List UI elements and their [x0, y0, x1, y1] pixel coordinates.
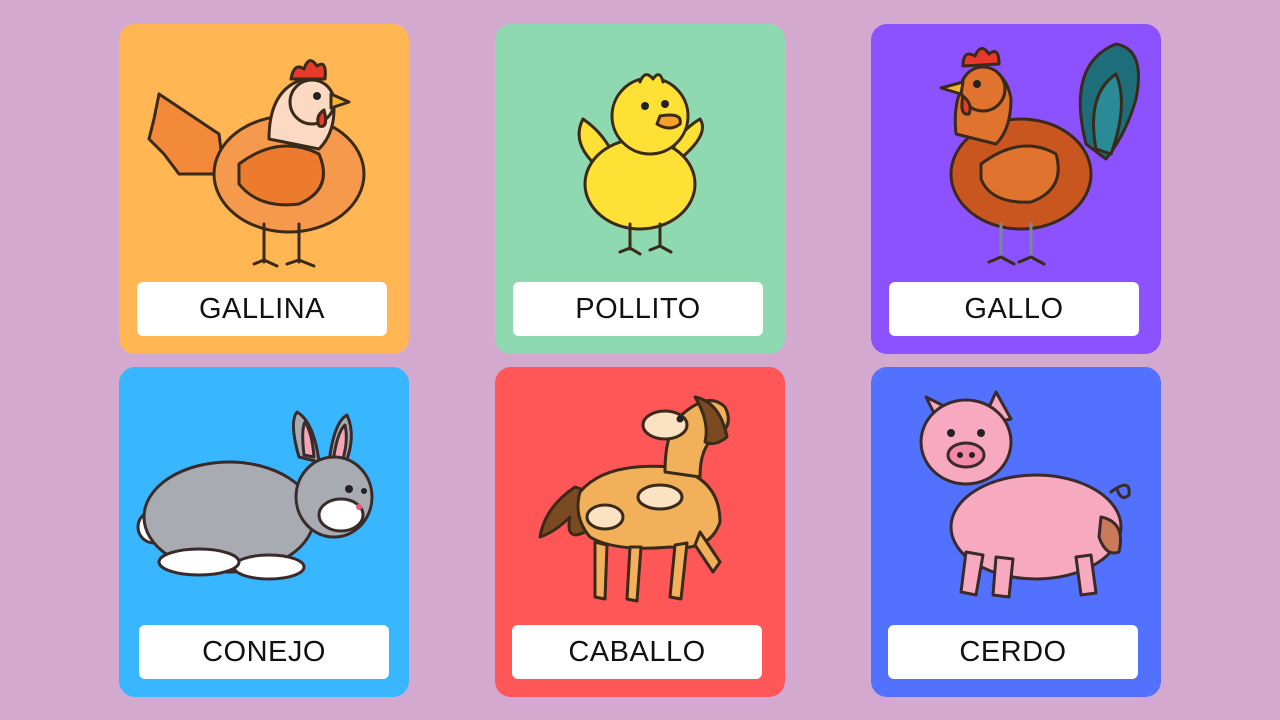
chick-illustration [577, 73, 704, 256]
card-pollito[interactable]: POLLITO [495, 24, 785, 354]
card-label: CERDO [888, 625, 1138, 679]
horse-illustration [538, 395, 730, 603]
rabbit-illustration [136, 410, 374, 581]
hen-illustration [147, 59, 366, 268]
card-label: GALLO [889, 282, 1139, 336]
card-label: GALLINA [137, 282, 387, 336]
card-caballo[interactable]: CABALLO [495, 367, 785, 697]
card-label: POLLITO [513, 282, 763, 336]
card-label: CABALLO [512, 625, 762, 679]
card-gallo[interactable]: GALLO [871, 24, 1161, 354]
card-gallina[interactable]: GALLINA [119, 24, 409, 354]
rooster-illustration [939, 42, 1140, 266]
card-label: CONEJO [139, 625, 389, 679]
pig-illustration [919, 390, 1131, 599]
card-cerdo[interactable]: CERDO [871, 367, 1161, 697]
card-conejo[interactable]: CONEJO [119, 367, 409, 697]
